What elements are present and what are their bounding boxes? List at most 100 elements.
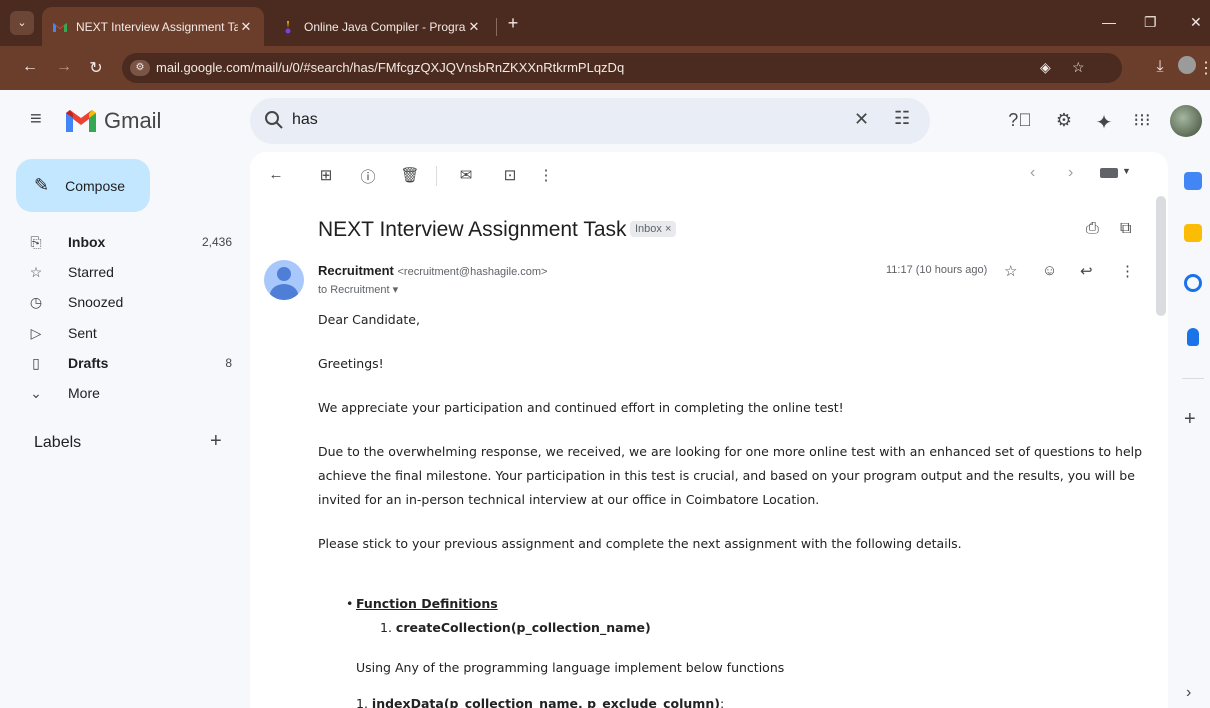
- clock-icon: ◷: [29, 293, 43, 310]
- window-close-icon[interactable]: ✕: [1190, 14, 1202, 31]
- keep-icon[interactable]: [1184, 224, 1202, 242]
- site-info-icon[interactable]: ⚙: [130, 60, 150, 76]
- scrollbar-thumb[interactable]: [1156, 196, 1166, 316]
- side-panel-divider: [1182, 378, 1204, 379]
- tab-gmail[interactable]: NEXT Interview Assignment Tas ✕: [42, 7, 264, 46]
- sidebar-item-sent[interactable]: ▷ Sent: [26, 319, 232, 347]
- download-icon[interactable]: ⤓: [1150, 58, 1170, 76]
- move-to-icon[interactable]: ⊡: [500, 166, 520, 184]
- sidebar-item-snoozed[interactable]: ◷ Snoozed: [26, 288, 232, 316]
- eye-icon[interactable]: ◈: [1040, 59, 1051, 76]
- sidebar-item-label: Drafts: [68, 355, 109, 371]
- browser-toolbar: ← → ↻ ⚙ mail.google.com/mail/u/0/#search…: [0, 46, 1210, 90]
- bookmark-star-icon[interactable]: ☆: [1072, 59, 1085, 76]
- sender-line: Recruitment <recruitment@hashagile.com>: [318, 263, 547, 278]
- account-avatar[interactable]: [1170, 105, 1202, 137]
- sidebar-item-starred[interactable]: ☆ Starred: [26, 258, 232, 286]
- recipient-details[interactable]: to Recruitment ▾: [318, 283, 398, 296]
- close-tab-icon[interactable]: ✕: [466, 19, 482, 35]
- delete-icon[interactable]: 🗑: [400, 166, 420, 184]
- calendar-icon[interactable]: [1184, 172, 1202, 190]
- chevron-down-icon: ⌄: [30, 384, 42, 401]
- draft-icon: ▯: [32, 354, 40, 371]
- function-definitions-heading: Function Definitions: [356, 596, 498, 611]
- body-paragraph: Please stick to your previous assignment…: [318, 536, 962, 551]
- new-tab-button[interactable]: +: [502, 12, 524, 34]
- toolbar-divider: [436, 166, 437, 186]
- profile-icon[interactable]: [1178, 56, 1196, 74]
- restore-icon[interactable]: ❐: [1144, 14, 1157, 31]
- list-item: 1. indexData(p_collection_name, p_exclud…: [356, 692, 1116, 708]
- bullet: •: [346, 596, 354, 611]
- message-more-icon[interactable]: ⋮: [1120, 262, 1135, 280]
- draft-count: 8: [225, 356, 232, 370]
- back-icon[interactable]: ←: [20, 58, 40, 76]
- side-panel: + ›: [1168, 152, 1210, 708]
- settings-gear-icon[interactable]: ⚙: [1052, 110, 1076, 131]
- gemini-sparkle-icon[interactable]: ✦: [1092, 110, 1116, 135]
- forward-icon[interactable]: →: [54, 58, 74, 76]
- function-name: indexData(p_collection_name, p_exclude_c…: [371, 696, 720, 708]
- input-tools-icon[interactable]: [1100, 168, 1118, 178]
- more-options-icon[interactable]: ⋮: [536, 166, 556, 184]
- sidebar-item-label: Snoozed: [68, 294, 124, 310]
- email-subject: NEXT Interview Assignment Task: [318, 218, 627, 241]
- reload-icon[interactable]: ↻: [86, 58, 106, 78]
- email-time: 11:17 (10 hours ago): [886, 264, 988, 276]
- report-spam-icon[interactable]: ⓘ: [358, 166, 378, 187]
- tab-search-icon[interactable]: ⌄: [10, 11, 34, 35]
- body-greetings: Greetings!: [318, 356, 384, 371]
- search-input[interactable]: has: [292, 111, 318, 129]
- star-icon: ☆: [29, 263, 43, 280]
- search-options-icon[interactable]: ☷: [894, 108, 910, 129]
- compose-button[interactable]: ✎ Compose: [16, 159, 150, 212]
- logo-text: Gmail: [104, 108, 162, 133]
- search-icon[interactable]: [264, 110, 284, 130]
- get-addons-icon[interactable]: +: [1184, 408, 1196, 431]
- star-message-icon[interactable]: ☆: [1004, 262, 1017, 280]
- close-tab-icon[interactable]: ✕: [238, 19, 254, 35]
- inbox-label-badge[interactable]: Inbox ×: [630, 221, 677, 237]
- inbox-icon: ⎘: [30, 233, 42, 250]
- mark-unread-icon[interactable]: ✉: [456, 166, 476, 184]
- minimize-icon[interactable]: —: [1102, 14, 1116, 30]
- address-bar[interactable]: ⚙ mail.google.com/mail/u/0/#search/has/F…: [122, 53, 1122, 83]
- contacts-icon[interactable]: [1187, 328, 1199, 346]
- show-side-panel-icon[interactable]: ›: [1186, 684, 1191, 702]
- emoji-react-icon[interactable]: ☺: [1042, 262, 1057, 279]
- tab-java-compiler[interactable]: Online Java Compiler - Program ✕: [270, 7, 492, 46]
- sidebar-item-label: Sent: [68, 325, 97, 341]
- sidebar-item-drafts[interactable]: ▯ Drafts 8: [26, 349, 232, 377]
- list-number: 1.: [356, 696, 368, 708]
- tab-title: NEXT Interview Assignment Tas: [76, 19, 238, 34]
- sidebar-item-more[interactable]: ⌄ More: [26, 379, 232, 407]
- function-name: createCollection(p_collection_name): [395, 620, 651, 635]
- sender-email: <recruitment@hashagile.com>: [397, 266, 548, 278]
- browser-menu-icon[interactable]: ⋮: [1196, 58, 1210, 78]
- archive-icon[interactable]: ⊞: [316, 166, 336, 184]
- sidebar-item-inbox[interactable]: ⎘ Inbox 2,436: [26, 228, 232, 256]
- open-new-window-icon[interactable]: ⧉: [1120, 220, 1131, 238]
- apps-grid-icon[interactable]: ⁝⁝⁝: [1130, 110, 1154, 131]
- sender-name: Recruitment: [318, 263, 394, 278]
- tasks-icon[interactable]: [1184, 274, 1202, 292]
- clear-search-icon[interactable]: ✕: [854, 109, 869, 130]
- reply-icon[interactable]: ↩: [1080, 262, 1093, 280]
- help-icon[interactable]: ?⃝: [1008, 110, 1032, 131]
- list-item: 1. createCollection(p_collection_name): [380, 616, 1080, 640]
- browser-tabstrip: ⌄ NEXT Interview Assignment Tas ✕ Online…: [0, 0, 1210, 46]
- tab-divider: [496, 18, 497, 36]
- body-paragraph: We appreciate your participation and con…: [318, 400, 844, 415]
- sidebar-item-label: Inbox: [68, 234, 106, 250]
- main-menu-icon[interactable]: ≡: [30, 108, 52, 130]
- search-bar[interactable]: has ✕ ☷: [250, 98, 930, 144]
- back-to-list-icon[interactable]: ←: [266, 166, 286, 183]
- print-icon[interactable]: ⎙: [1086, 220, 1099, 238]
- email-view: ← ⊞ ⓘ 🗑 ✉ ⊡ ⋮ ‹ › ▼ NEXT Interview Assig…: [250, 152, 1168, 708]
- newer-icon[interactable]: ‹: [1030, 164, 1035, 182]
- chevron-down-icon[interactable]: ▼: [1122, 166, 1131, 176]
- gmail-logo[interactable]: Gmail: [66, 108, 161, 134]
- add-label-icon[interactable]: +: [210, 430, 222, 453]
- gmail-m-icon: [66, 110, 96, 132]
- older-icon[interactable]: ›: [1068, 164, 1073, 182]
